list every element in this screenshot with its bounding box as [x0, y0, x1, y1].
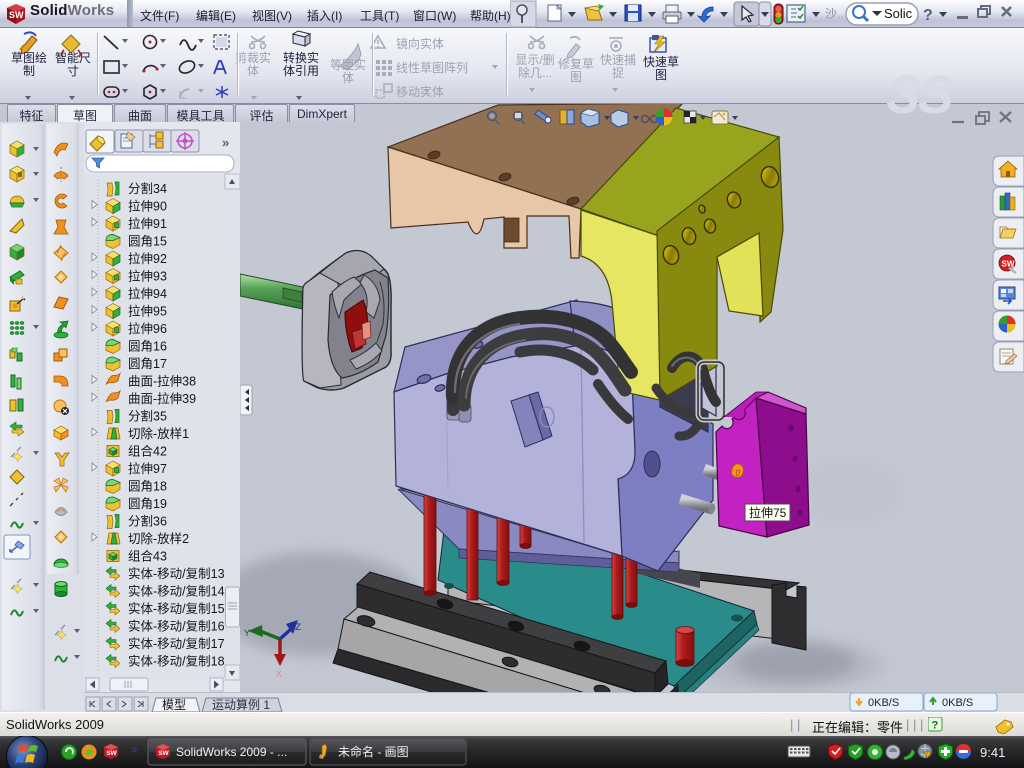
svg-text:切除-放样1: 切除-放样1	[128, 426, 189, 441]
svg-text:圆角16: 圆角16	[128, 340, 167, 354]
svg-text:?: ?	[932, 720, 939, 732]
svg-text:»: »	[131, 742, 138, 756]
svg-text:SW: SW	[9, 10, 24, 20]
svg-text:分割35: 分割35	[128, 409, 167, 424]
svg-text:实体-移动/复制14: 实体-移动/复制14	[128, 584, 225, 599]
svg-text:Z: Z	[295, 623, 301, 634]
svg-text:分割34: 分割34	[128, 181, 167, 196]
svg-text:实体-移动/复制16: 实体-移动/复制16	[128, 619, 225, 634]
svg-text:组合43: 组合43	[128, 549, 167, 564]
svg-text:拉伸97: 拉伸97	[128, 461, 167, 476]
svg-text:曲面-拉伸39: 曲面-拉伸39	[128, 391, 196, 406]
svg-text:拉伸96: 拉伸96	[128, 321, 167, 336]
svg-text:SW: SW	[158, 750, 169, 757]
svg-text:拉伸75: 拉伸75	[749, 505, 787, 520]
svg-text:实体-移动/复制15: 实体-移动/复制15	[128, 601, 225, 616]
svg-text:分割36: 分割36	[128, 514, 167, 529]
svg-text:0KB/S: 0KB/S	[868, 697, 899, 709]
svg-text:圆角18: 圆角18	[128, 480, 167, 494]
svg-text:未命名 - 画图: 未命名 - 画图	[338, 744, 409, 759]
svg-text:SolidWorks 2009 - ...: SolidWorks 2009 - ...	[176, 745, 287, 759]
svg-text:圆角19: 圆角19	[128, 497, 167, 511]
svg-text:切除-放样2: 切除-放样2	[128, 531, 189, 546]
svg-text:圆角15: 圆角15	[128, 235, 167, 249]
svg-text:运动算例 1: 运动算例 1	[212, 697, 270, 712]
svg-text:实体-移动/复制17: 实体-移动/复制17	[128, 636, 225, 651]
svg-text:模型: 模型	[162, 698, 186, 712]
svg-text:拉伸94: 拉伸94	[128, 286, 167, 301]
svg-text:组合42: 组合42	[128, 444, 167, 459]
svg-text:拉伸92: 拉伸92	[128, 251, 167, 266]
svg-text:拉伸90: 拉伸90	[128, 199, 167, 214]
svg-text:拉伸91: 拉伸91	[128, 216, 167, 231]
svg-text:»: »	[222, 135, 229, 150]
svg-text:拉伸95: 拉伸95	[128, 304, 167, 319]
svg-text:实体-移动/复制18: 实体-移动/复制18	[128, 654, 225, 669]
svg-text:圆角17: 圆角17	[128, 357, 167, 371]
svg-text:Solic: Solic	[884, 6, 913, 21]
svg-text:实体-移动/复制13: 实体-移动/复制13	[128, 566, 225, 581]
svg-text:!: !	[926, 753, 927, 759]
svg-text:9:41: 9:41	[980, 745, 1005, 760]
svg-text:X: X	[276, 670, 282, 681]
svg-text:Y: Y	[244, 629, 250, 640]
svg-text:沙..: 沙..	[825, 7, 844, 21]
svg-text:SW: SW	[106, 750, 117, 757]
svg-text:拉伸93: 拉伸93	[128, 269, 167, 284]
svg-text:?: ?	[923, 7, 933, 24]
svg-text:0KB/S: 0KB/S	[942, 697, 973, 709]
svg-text:曲面-拉伸38: 曲面-拉伸38	[128, 374, 196, 389]
